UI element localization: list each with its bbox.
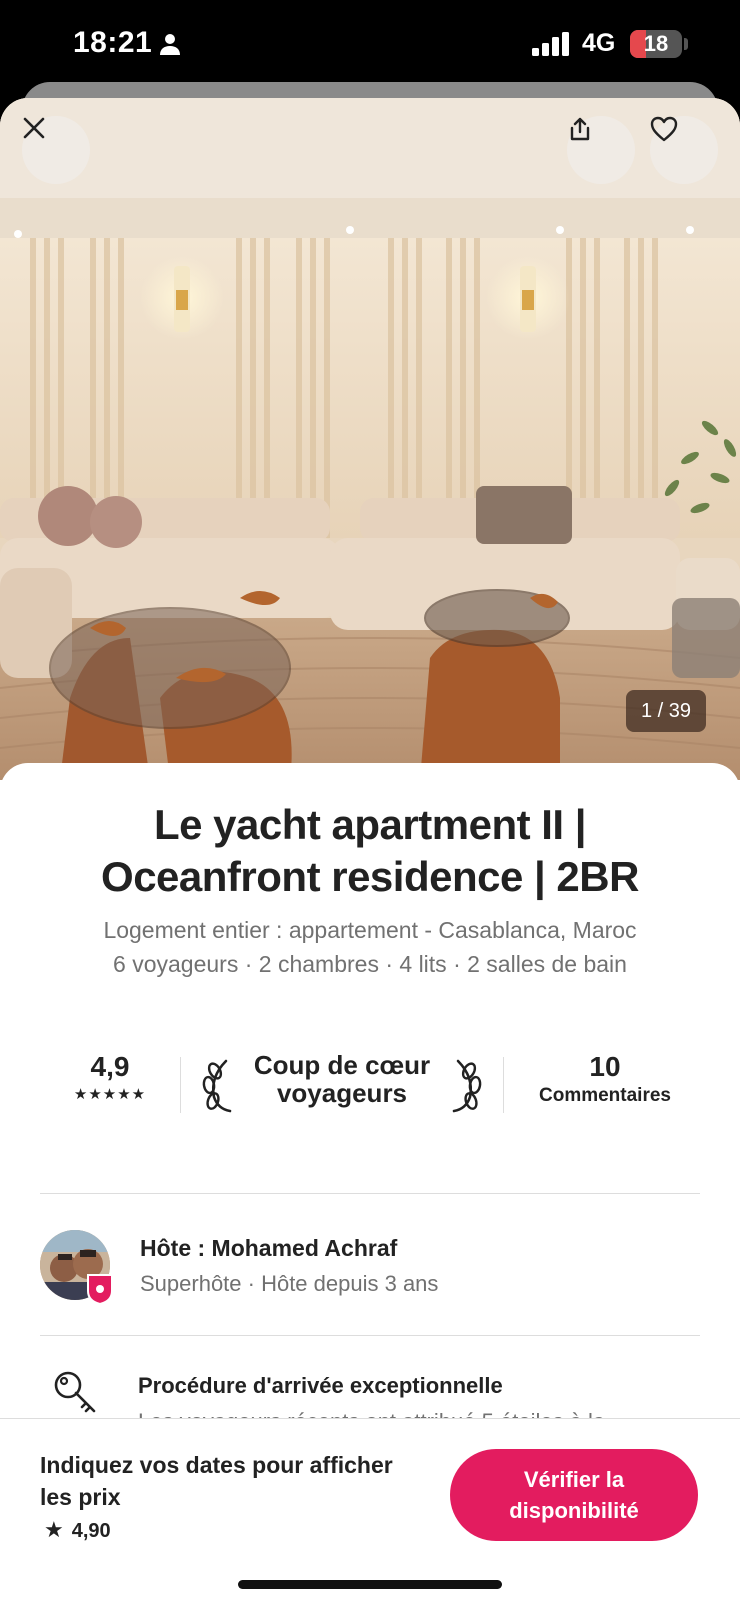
battery-percent: 18 [643,31,669,56]
check-availability-button[interactable]: Vérifier la disponibilité [450,1449,698,1541]
status-time: 18:21 [73,26,153,59]
listing-photo[interactable]: 1 / 39 [0,98,740,780]
section-divider [40,1335,700,1336]
dates-prompt[interactable]: Indiquez vos dates pour afficher les pri… [40,1449,420,1513]
section-divider [40,1193,700,1194]
share-icon [570,117,590,141]
share-button[interactable] [567,116,635,184]
laurel-left-icon [202,1059,232,1113]
host-details: Superhôte · Hôte depuis 3 ans [140,1271,439,1296]
booking-footer: Indiquez vos dates pour afficher les pri… [0,1418,740,1600]
listing-title: Le yacht apartment II | Oceanfront resid… [101,801,639,900]
footer-rating-value: 4,90 [71,1520,111,1542]
battery-nub [684,38,688,50]
battery-icon: 18 [630,30,682,58]
status-bar: 18:21 4G 18 [0,0,740,90]
highlights-bar[interactable]: 4,9 ★★★★★ Coup de cœur voyageurs 10 Comm… [40,1051,700,1121]
superhost-badge-icon [87,1274,113,1305]
rating-value: 4,9 [90,1051,130,1082]
living-room-photo [0,98,740,780]
home-indicator[interactable] [238,1580,502,1589]
reviews-block[interactable]: 10 Commentaires [510,1051,700,1107]
host-name[interactable]: Hôte : Mohamed Achraf [140,1235,397,1262]
footer-rating: ★ 4,90 [44,1517,111,1543]
photo-counter: 1 / 39 [626,690,706,732]
rating-block[interactable]: 4,9 ★★★★★ [40,1051,180,1103]
guest-favorite-label: Coup de cœur voyageurs [253,1050,431,1108]
person-icon [160,34,180,55]
feature-title: Procédure d'arrivée exceptionnelle [138,1373,503,1398]
heart-icon [650,116,678,142]
save-favorite-button[interactable] [650,116,718,184]
key-icon [54,1371,96,1413]
reviews-count: 10 [589,1051,621,1082]
close-button[interactable] [22,116,90,184]
signal-icon [532,32,569,56]
star-icon: ★ [44,1517,64,1542]
divider [503,1057,504,1113]
divider [180,1057,181,1113]
rating-stars: ★★★★★ [73,1086,147,1103]
check-availability-label: Vérifier la disponibilité [509,1467,639,1523]
close-icon [23,117,45,139]
listing-capacity: 6 voyageurs · 2 chambres · 4 lits · 2 sa… [113,951,627,977]
reviews-label: Commentaires [539,1085,671,1106]
listing-sheet[interactable]: 1 / 39 Le yacht apartment II | Oceanfron… [0,98,740,1600]
listing-location: Logement entier : appartement - Casablan… [103,917,637,943]
laurel-right-icon [452,1059,482,1113]
listing-subtitle: Logement entier : appartement - Casablan… [40,913,700,981]
network-type: 4G [582,29,616,57]
